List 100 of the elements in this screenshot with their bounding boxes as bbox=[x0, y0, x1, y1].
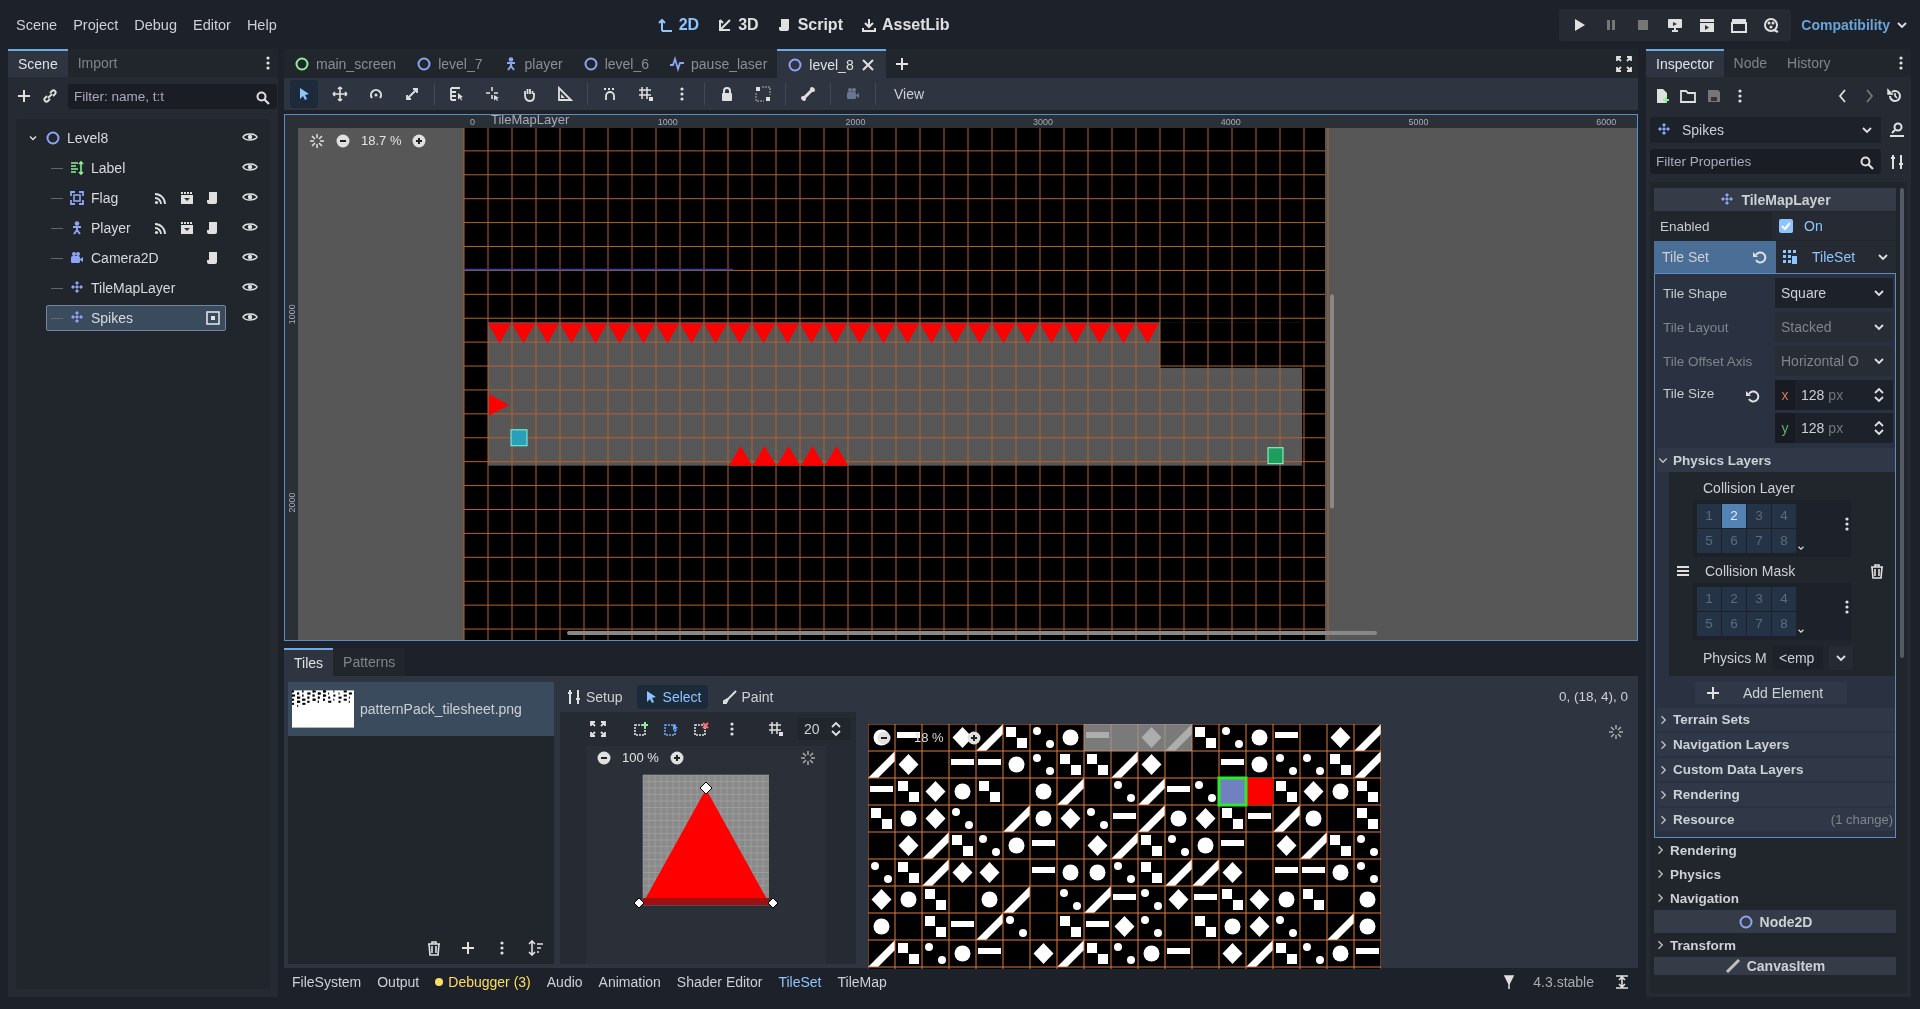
editor-tab[interactable]: level_8 bbox=[777, 49, 886, 79]
menu-item[interactable]: Debug bbox=[126, 10, 185, 39]
workspace-button[interactable]: Script bbox=[776, 15, 843, 34]
clapper-icon[interactable] bbox=[179, 220, 195, 236]
mode-button[interactable]: Select bbox=[636, 684, 708, 709]
dock-tab[interactable]: Node bbox=[1723, 49, 1778, 77]
signal-icon[interactable] bbox=[153, 220, 169, 236]
property-group[interactable]: Custom Data Layers bbox=[1657, 758, 1895, 781]
menu-item[interactable]: Project bbox=[65, 10, 127, 39]
spinner-arrows-icon[interactable] bbox=[1871, 387, 1887, 403]
workspace-button[interactable]: AssetLib bbox=[860, 15, 950, 34]
workspace-button[interactable]: 2D bbox=[657, 15, 700, 34]
spinner-arrows-icon[interactable] bbox=[1871, 420, 1887, 436]
editor-tab[interactable]: pause_laser bbox=[659, 49, 778, 79]
group-label: Physics Layers bbox=[1673, 452, 1772, 468]
scrollbar[interactable] bbox=[1900, 188, 1904, 658]
tree-item[interactable]: Level8 bbox=[22, 125, 226, 151]
scrollbar[interactable] bbox=[567, 630, 1377, 635]
node-name: Flag bbox=[91, 190, 119, 206]
tree-item[interactable]: Camera2D bbox=[46, 245, 226, 271]
panel-tab[interactable]: Tiles bbox=[284, 647, 334, 676]
monitor-icon[interactable] bbox=[1667, 16, 1684, 33]
menu-item[interactable]: Editor bbox=[185, 10, 239, 39]
property-group[interactable]: Physics bbox=[1654, 862, 1896, 886]
property-group[interactable]: Rendering bbox=[1654, 838, 1896, 862]
bottom-panel-tab[interactable]: TileMap bbox=[837, 974, 887, 991]
tile-coordinates: 0, (18, 4), 0 bbox=[1558, 689, 1629, 705]
filter-field[interactable]: Filter Properties bbox=[1650, 149, 1881, 174]
checkbox[interactable] bbox=[1778, 218, 1794, 234]
mode-button[interactable]: Paint bbox=[715, 684, 780, 709]
revert-icon[interactable] bbox=[1745, 388, 1761, 404]
clapper-icon[interactable] bbox=[1699, 16, 1716, 33]
property-group[interactable]: Navigation Layers bbox=[1657, 733, 1895, 756]
add-icon bbox=[460, 939, 476, 956]
sort-icon bbox=[528, 939, 544, 956]
property-group[interactable]: Resource (1 change) bbox=[1657, 808, 1895, 831]
object-selector[interactable]: Spikes bbox=[1650, 117, 1881, 143]
editor-tab[interactable]: level_6 bbox=[572, 49, 660, 79]
bottom-panel-tab[interactable]: Shader Editor bbox=[676, 974, 763, 991]
tools-icon bbox=[566, 688, 582, 705]
canvas-viewport[interactable]: 0 TileMapLayer 1000 2000 3000 4000 5000 6000 1000 2000 18.7 % bbox=[284, 113, 1638, 641]
tree-item[interactable]: Spikes bbox=[46, 305, 226, 331]
property-row[interactable]: Tile Set TileSet bbox=[1654, 241, 1896, 273]
tilesheet-atlas[interactable]: 18 % bbox=[868, 723, 1381, 969]
mode-button[interactable]: Setup bbox=[560, 684, 629, 709]
dock-tab[interactable]: Import bbox=[67, 49, 128, 77]
tree-item[interactable]: TileMapLayer bbox=[46, 275, 226, 301]
scale-icon bbox=[404, 86, 420, 102]
number-field[interactable]: x 128 px bbox=[1775, 380, 1893, 410]
tree-item[interactable]: Label bbox=[46, 155, 226, 181]
warning-dot-icon bbox=[435, 978, 444, 987]
grid-snap-icon bbox=[638, 86, 654, 102]
bottom-panel-tab[interactable]: FileSystem bbox=[292, 974, 362, 991]
editor-tab[interactable]: level_7 bbox=[406, 49, 493, 79]
menu-item[interactable]: Help bbox=[238, 10, 285, 39]
panel-tab[interactable]: Patterns bbox=[333, 647, 406, 676]
history-icon bbox=[1887, 88, 1903, 104]
property-group[interactable]: Transform bbox=[1654, 933, 1896, 957]
bottom-panel-tab[interactable]: Audio bbox=[546, 974, 583, 991]
ruler-label: 6000 bbox=[1596, 116, 1617, 127]
property-label: Tile Size bbox=[1662, 385, 1716, 401]
filter-field[interactable]: Filter: name, t:t bbox=[68, 83, 277, 109]
add-element-button[interactable]: Add Element bbox=[1695, 682, 1847, 704]
renderer-dropdown[interactable]: Compatibility bbox=[1801, 16, 1910, 33]
dropdown[interactable]: Square bbox=[1775, 278, 1893, 308]
grid-size-field[interactable]: 20 bbox=[798, 717, 850, 740]
tile-grid-icon bbox=[1656, 122, 1672, 138]
checkbox-label: On bbox=[1804, 218, 1823, 234]
clapper-icon[interactable] bbox=[179, 190, 195, 206]
film-reel-icon[interactable] bbox=[1763, 16, 1780, 33]
view-menu[interactable]: View bbox=[884, 82, 935, 106]
select-tool[interactable] bbox=[290, 80, 318, 108]
snap-icon bbox=[602, 86, 618, 102]
bottom-panel-tab[interactable]: Animation bbox=[598, 974, 661, 991]
menu-item[interactable]: Scene bbox=[8, 10, 66, 39]
number-field[interactable]: y 128 px bbox=[1775, 413, 1893, 443]
dock-tab[interactable]: Scene bbox=[8, 49, 68, 77]
drag-handle-icon bbox=[1675, 563, 1691, 579]
property-group[interactable]: Rendering bbox=[1657, 783, 1895, 806]
source-item[interactable]: patternPack_tilesheet.png bbox=[288, 681, 554, 736]
property-group[interactable]: Physics Layers bbox=[1657, 448, 1895, 472]
property-group[interactable]: Terrain Sets bbox=[1657, 708, 1895, 731]
bottom-panel-tab[interactable]: TileSet bbox=[778, 974, 822, 991]
fit-icon bbox=[590, 720, 606, 737]
workspace-button[interactable]: 3D bbox=[717, 15, 759, 34]
signal-icon[interactable] bbox=[153, 190, 169, 206]
clapper-icon[interactable] bbox=[1731, 16, 1748, 33]
tree-item[interactable]: Player bbox=[46, 215, 226, 241]
bottom-panel-tab[interactable]: Output bbox=[377, 974, 420, 991]
resource-field[interactable]: <emp bbox=[1773, 646, 1823, 670]
editor-tab[interactable]: main_screen bbox=[284, 49, 407, 79]
property-group[interactable]: Navigation bbox=[1654, 886, 1896, 910]
resource-field[interactable]: TileSet bbox=[1776, 241, 1870, 273]
editor-tab[interactable]: player bbox=[492, 49, 573, 79]
dock-tab[interactable]: History bbox=[1777, 49, 1841, 77]
close-icon[interactable] bbox=[859, 56, 876, 73]
bottom-panel-tab[interactable]: Debugger (3) bbox=[435, 974, 531, 991]
dock-tab[interactable]: Inspector bbox=[1646, 49, 1724, 77]
scrollbar[interactable] bbox=[1330, 293, 1334, 509]
tree-item[interactable]: Flag bbox=[46, 185, 226, 211]
